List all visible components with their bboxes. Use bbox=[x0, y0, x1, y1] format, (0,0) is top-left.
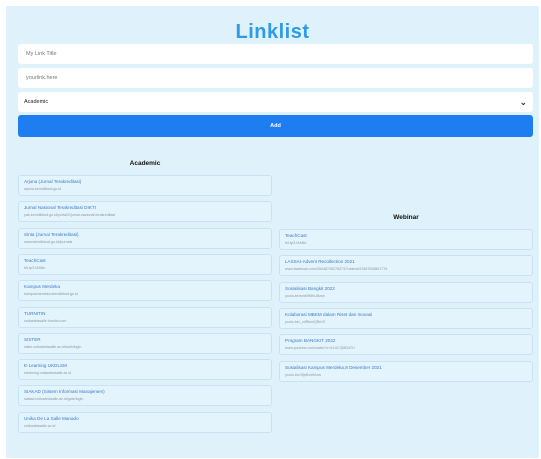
link-url[interactable]: pak.kemdikbud.go.id/portal/2/jurnal-nasi… bbox=[24, 212, 266, 218]
link-url-input[interactable] bbox=[24, 74, 533, 82]
link-card[interactable]: Sinta (Jurnal Terakreditasi) www.kemdikbu… bbox=[18, 227, 272, 249]
link-title-input[interactable] bbox=[24, 50, 533, 58]
link-card[interactable]: Unika De La Salle Manado unikadelasalle.a… bbox=[18, 411, 272, 433]
link-url[interactable]: youtu.be/_vdRbmlQRm7I bbox=[285, 319, 527, 325]
webinar-heading: Webinar bbox=[393, 214, 419, 221]
link-card[interactable]: Sosialisasi Bangkit 2022 youtu.be/smMH8hL… bbox=[279, 281, 533, 303]
link-url[interactable]: sister.unikadelasalle.ac.id/auth/login bbox=[24, 344, 266, 350]
link-url-field[interactable] bbox=[18, 68, 533, 88]
link-title[interactable]: LASSAI-Advent Recollection 2021 bbox=[285, 259, 527, 265]
link-card[interactable]: Program BANGKIT 2022 www.youtube.com/watc… bbox=[279, 334, 533, 356]
link-url[interactable]: bit.ly/3 fAhNn bbox=[285, 240, 527, 246]
link-title[interactable]: Jurnal Nasional Terakreditasi DIKTI bbox=[24, 205, 266, 211]
link-title[interactable]: Arjuna (Jurnal Terakreditasi) bbox=[24, 179, 266, 185]
link-title[interactable]: Kolaborasi MBKM dalam Riset dan Inovasi bbox=[285, 312, 527, 318]
link-title[interactable]: Sosialisasi Kampus Merdeka,8 Desember 20… bbox=[285, 365, 527, 371]
link-url[interactable]: www.kemdikbud.go.id/journals bbox=[24, 239, 266, 245]
link-title[interactable]: Sosialisasi Bangkit 2022 bbox=[285, 286, 527, 292]
link-title-field[interactable] bbox=[18, 44, 533, 64]
link-card[interactable]: TURNITIN unikadelasalle.turnitin.com bbox=[18, 306, 272, 328]
link-title[interactable]: Program BANGKIT 2022 bbox=[285, 338, 527, 344]
link-title[interactable]: Unika De La Salle Manado bbox=[24, 416, 266, 422]
link-card[interactable]: Jurnal Nasional Terakreditasi DIKTI pak.k… bbox=[18, 201, 272, 223]
link-title[interactable]: Sinta (Jurnal Terakreditasi) bbox=[24, 232, 266, 238]
link-url[interactable]: youtu.be/smMH8hL8kew bbox=[285, 293, 527, 299]
link-title[interactable]: TeachCast bbox=[24, 258, 266, 264]
link-card[interactable]: Kampus Merdeka kampusmerdeka.kemdikbud.go… bbox=[18, 280, 272, 302]
link-url[interactable]: www.facebook.com/284487452783737/videos/… bbox=[285, 266, 527, 272]
link-url[interactable]: kampusmerdeka.kemdikbud.go.id bbox=[24, 291, 266, 297]
academic-heading: Academic bbox=[129, 160, 161, 167]
link-card[interactable]: Sosialisasi Kampus Merdeka,8 Desember 20… bbox=[279, 360, 533, 382]
link-url[interactable]: bit.ly/3 fAhNn bbox=[24, 265, 266, 271]
chevron-down-icon: ⌄ bbox=[519, 96, 527, 107]
link-card[interactable]: LASSAI-Advent Recollection 2021 www.faceb… bbox=[279, 255, 533, 277]
link-title[interactable]: E-Learning UKDLSM bbox=[24, 363, 266, 369]
link-card[interactable]: Arjuna (Jurnal Terakreditasi) arjuna.kemd… bbox=[18, 175, 272, 196]
app-frame: Linklist Academic ⌄ Add Academic Webinar… bbox=[6, 6, 539, 458]
link-title[interactable]: TURNITIN bbox=[24, 311, 266, 317]
link-title[interactable]: Kampus Merdeka bbox=[24, 284, 266, 290]
link-url[interactable]: unikadelasalle.turnitin.com bbox=[24, 318, 266, 324]
link-title[interactable]: SIAKAD (Sistem Informasi Manajemen) bbox=[24, 389, 266, 395]
category-select[interactable]: Academic ⌄ bbox=[18, 92, 533, 112]
category-select-value: Academic bbox=[24, 99, 49, 105]
link-url[interactable]: www.youtube.com/watch?v=KLIrC7jMDdTU bbox=[285, 345, 527, 351]
link-url[interactable]: elearning.unikadelasalle.ac.id bbox=[24, 370, 266, 376]
link-title[interactable]: SISTER bbox=[24, 337, 266, 343]
link-card[interactable]: TeachCast bit.ly/3 fAhNn bbox=[18, 253, 272, 275]
link-title[interactable]: TeachCast bbox=[285, 233, 527, 239]
page-title: Linklist bbox=[235, 21, 310, 43]
link-card[interactable]: TeachCast bit.ly/3 fAhNn bbox=[279, 229, 533, 250]
link-url[interactable]: unikadelasalle.ac.id bbox=[24, 423, 266, 429]
link-url[interactable]: siakad.unikadelasalle.ac.id/gate/login bbox=[24, 396, 266, 402]
link-url[interactable]: youtu.be/J9jvBoIHAxw bbox=[285, 372, 527, 378]
link-card[interactable]: Kolaborasi MBKM dalam Riset dan Inovasi y… bbox=[279, 307, 533, 329]
link-url[interactable]: arjuna.kemdikbud.go.id bbox=[24, 186, 266, 192]
link-card[interactable]: SIAKAD (Sistem Informasi Manajemen) siaka… bbox=[18, 385, 272, 407]
add-button[interactable]: Add bbox=[18, 115, 533, 137]
link-card[interactable]: E-Learning UKDLSM elearning.unikadelasall… bbox=[18, 359, 272, 381]
link-card[interactable]: SISTER sister.unikadelasalle.ac.id/auth/l… bbox=[18, 332, 272, 354]
